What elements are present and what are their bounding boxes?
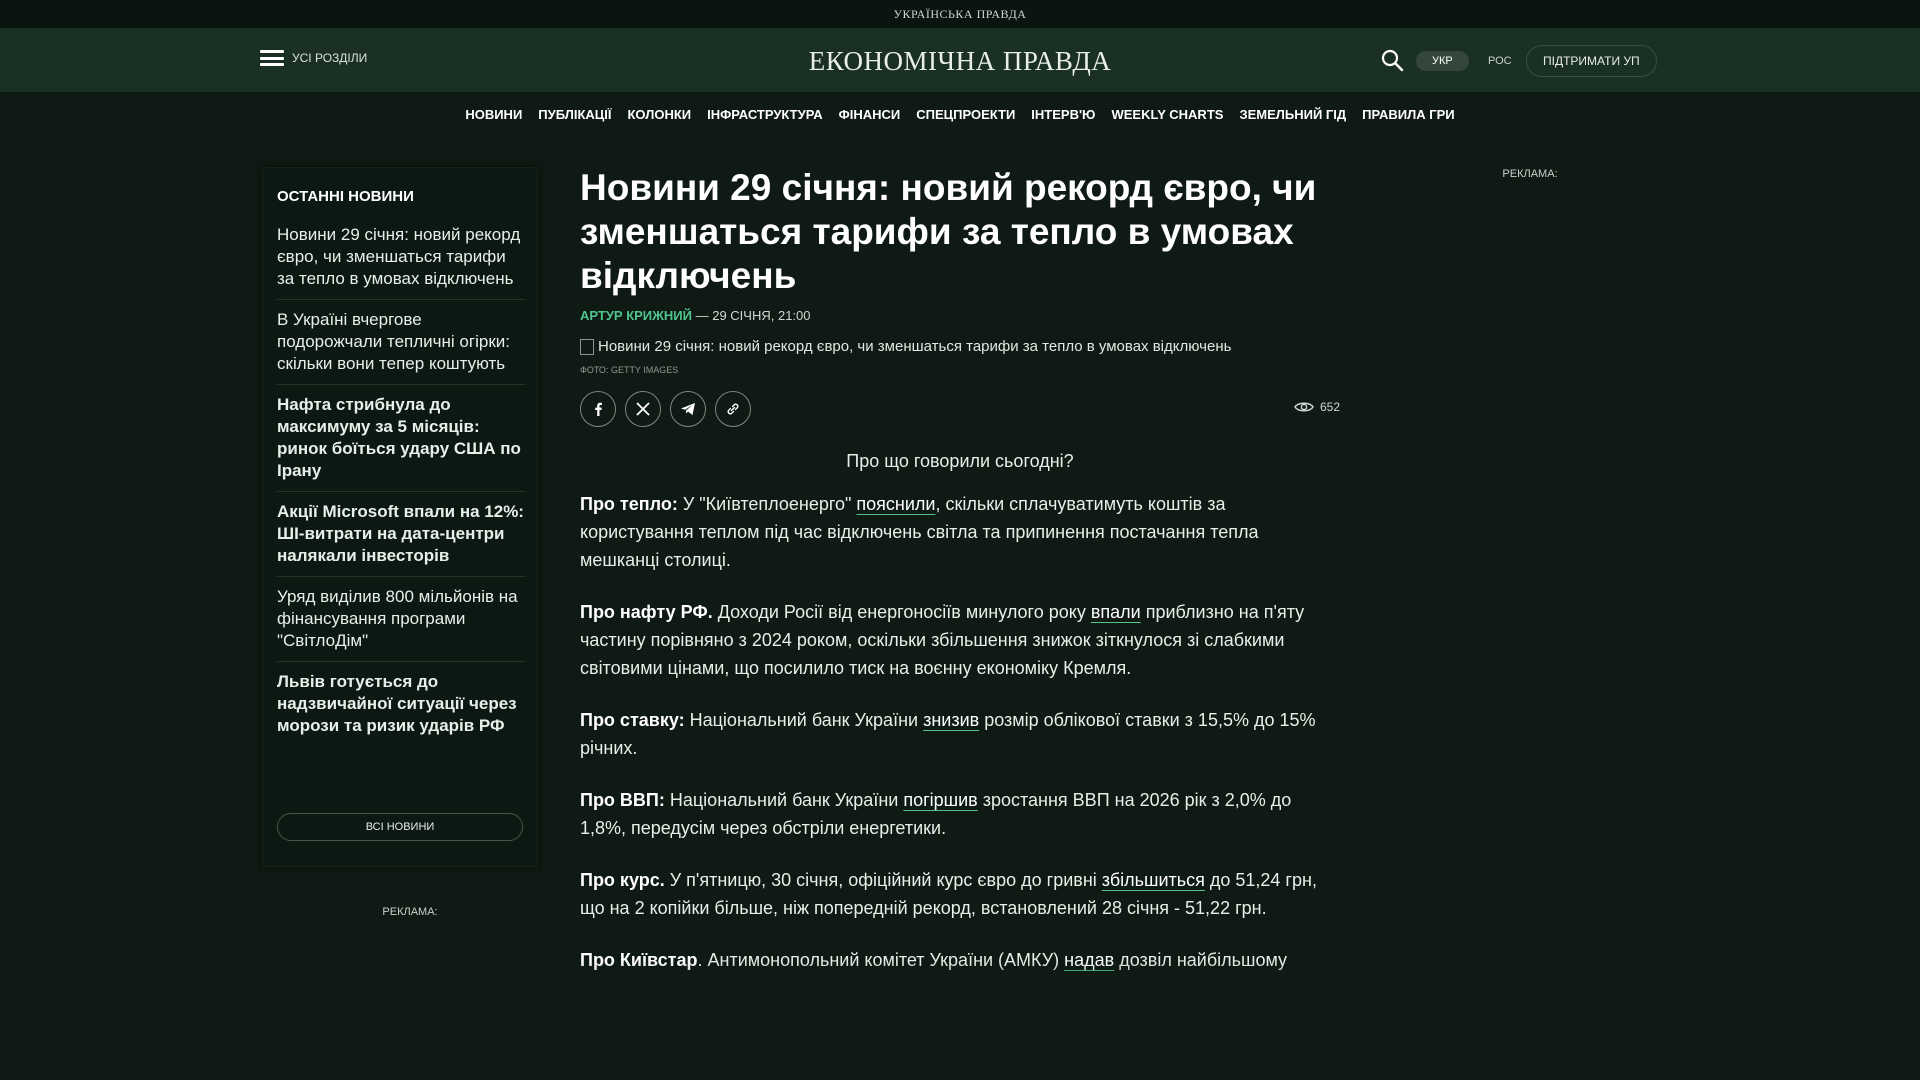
paragraph-gdp: Про ВВП: Національний банк України погір…: [580, 790, 1292, 838]
up-brand-link[interactable]: УКРАЇНСЬКА ПРАВДА: [894, 7, 1027, 22]
content-fade: [560, 960, 1360, 1080]
image-alt-text: Новини 29 січня: новий рекорд євро, чи з…: [598, 338, 1232, 355]
top-strip: УКРАЇНСЬКА ПРАВДА: [0, 0, 1920, 29]
list-item[interactable]: Новини 29 січня: новий рекорд євро, чи з…: [277, 224, 525, 300]
paragraph-heat: Про тепло: У "Київтеплоенерго" пояснили,…: [580, 494, 1259, 570]
lang-ros-button[interactable]: РОС: [1472, 51, 1528, 71]
search-icon[interactable]: [1380, 48, 1404, 72]
nav-item-infrastructure[interactable]: ІНФРАСТРУКТУРА: [707, 107, 822, 122]
share-bar: 652: [580, 391, 1340, 427]
author-link[interactable]: АРТУР КРИЖНИЙ: [580, 308, 692, 323]
x-share-button[interactable]: [625, 391, 661, 427]
latest-news-sidebar: ОСТАННІ НОВИНИ Новини 29 січня: новий ре…: [262, 167, 538, 867]
nav-item-weekly-charts[interactable]: WEEKLY CHARTS: [1111, 107, 1223, 122]
nav-item-news[interactable]: НОВИНИ: [465, 107, 522, 122]
article-title: Новини 29 січня: новий рекорд євро, чи з…: [580, 167, 1317, 296]
views-count: 652: [1319, 400, 1340, 414]
article: Новини 29 січня: новий рекорд євро, чи з…: [580, 166, 1340, 992]
paragraph-oil: Про нафту РФ. Доходи Росії від енергонос…: [580, 602, 1305, 678]
byline: АРТУР КРИЖНИЙ — 29 СІЧНЯ, 21:00: [580, 308, 1340, 323]
list-item[interactable]: Львів готується до надзвичайної ситуації…: [277, 671, 525, 746]
link-icon: [727, 403, 739, 415]
publish-date: — 29 СІЧНЯ, 21:00: [695, 308, 811, 323]
paragraph-exchange: Про курс. У п'ятницю, 30 січня, офіційни…: [580, 870, 1317, 918]
ad-label-right: РЕКЛАМА:: [1502, 168, 1558, 180]
facebook-icon: [595, 402, 602, 416]
x-icon: [636, 402, 650, 416]
nav-item-columns[interactable]: КОЛОНКИ: [628, 107, 692, 122]
all-news-button[interactable]: ВСІ НОВИНИ: [277, 813, 523, 841]
photo-credit: Фото: GETTY IMAGES: [580, 365, 679, 375]
list-item[interactable]: В Україні вчергове подорожчали тепличні …: [277, 309, 525, 385]
telegram-share-button[interactable]: [670, 391, 706, 427]
link-lowered[interactable]: знизив: [923, 710, 979, 730]
link-increase[interactable]: збільшиться: [1102, 870, 1205, 890]
nav-item-land-guide[interactable]: ЗЕМЕЛЬНИЙ ГІД: [1239, 107, 1346, 122]
site-header: УСІ РОЗДІЛИ ЕКОНОМІЧНА ПРАВДА УКР РОС ПІ…: [0, 28, 1920, 92]
link-fell[interactable]: впали: [1091, 602, 1141, 622]
nav-item-interview[interactable]: ІНТЕРВ'Ю: [1031, 107, 1095, 122]
nav-item-special-projects[interactable]: СПЕЦПРОЕКТИ: [916, 107, 1015, 122]
telegram-icon: [681, 403, 695, 415]
eye-icon: [1294, 402, 1314, 412]
ad-label-left: РЕКЛАМА:: [382, 906, 438, 918]
link-worsened[interactable]: погіршив: [903, 790, 977, 810]
latest-news-list: Новини 29 січня: новий рекорд євро, чи з…: [277, 224, 525, 755]
lang-ukr-button[interactable]: УКР: [1416, 51, 1469, 71]
latest-news-heading: ОСТАННІ НОВИНИ: [277, 188, 414, 205]
list-item[interactable]: Уряд виділив 800 мільйонів на фінансуван…: [277, 586, 525, 662]
facebook-share-button[interactable]: [580, 391, 616, 427]
article-lead: Про що говорили сьогодні?: [846, 451, 1074, 471]
list-item[interactable]: Нафта стрибнула до максимуму за 5 місяці…: [277, 394, 525, 492]
main-nav: НОВИНИ ПУБЛІКАЦІЇ КОЛОНКИ ІНФРАСТРУКТУРА…: [0, 92, 1920, 136]
nav-item-finance[interactable]: ФІНАНСИ: [839, 107, 901, 122]
list-item[interactable]: Акції Microsoft впали на 12%: ШІ-витрати…: [277, 501, 525, 577]
copy-link-button[interactable]: [715, 391, 751, 427]
article-image: Новини 29 січня: новий рекорд євро, чи з…: [580, 338, 1340, 355]
nav-item-rules[interactable]: ПРАВИЛА ГРИ: [1362, 107, 1455, 122]
nav-item-publications[interactable]: ПУБЛІКАЦІЇ: [538, 107, 611, 122]
support-up-button[interactable]: ПІДТРИМАТИ УП: [1526, 45, 1657, 77]
broken-image-icon: [580, 338, 594, 355]
views-counter: 652: [1294, 400, 1340, 414]
paragraph-rate: Про ставку: Національний банк України зн…: [580, 710, 1316, 758]
link-explained[interactable]: пояснили: [856, 494, 935, 514]
